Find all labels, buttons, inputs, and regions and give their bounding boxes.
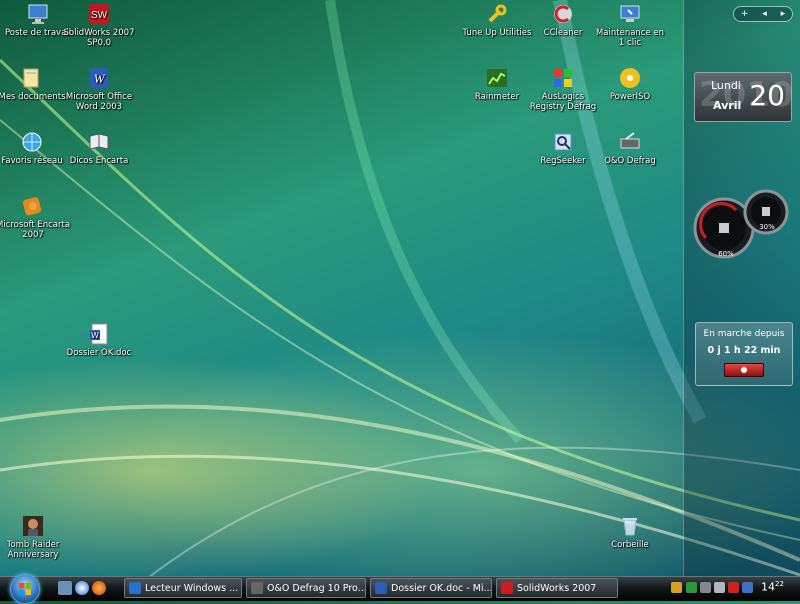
word-task-icon [375, 582, 387, 594]
svg-text:SW: SW [91, 10, 108, 21]
prev-gadgets-button[interactable]: ◂ [762, 9, 767, 19]
desktop-icon-word[interactable]: W Microsoft Office Word 2003 [61, 66, 137, 112]
maintenance-monitor-icon [620, 5, 640, 22]
desktop-icon-auslogics[interactable]: AusLogics Registry Defrag [525, 66, 601, 112]
book-icon [89, 133, 109, 150]
desktop-icon-mes-documents[interactable]: Mes documents [0, 66, 70, 102]
icon-label: Favoris réseau [1, 156, 63, 166]
task-button-solidworks[interactable]: SolidWorks 2007 [496, 578, 618, 598]
icon-label: PowerISO [609, 92, 651, 102]
shutdown-button[interactable] [724, 363, 764, 377]
desktop-icon-dossier-ok[interactable]: W Dossier OK.doc [61, 322, 137, 358]
clock-minute: 22 [775, 580, 784, 588]
calendar-month: Avril [713, 99, 742, 112]
task-label: O&O Defrag 10 Pro... [267, 583, 366, 594]
tray-flag-icon[interactable] [671, 582, 682, 593]
icon-label: Maintenance en 1 clic [595, 28, 665, 48]
clock-hour: 14 [761, 580, 775, 594]
desktop-icon-rainmeter[interactable]: Rainmeter [459, 66, 535, 102]
encarta-icon [22, 197, 42, 216]
desktop-icon-encarta[interactable]: Microsoft Encarta 2007 [0, 194, 71, 240]
tray-app-icon[interactable] [742, 582, 753, 593]
uptime-gadget: En marche depuis 0 j 1 h 22 min [695, 322, 793, 386]
ram-percent: 30% [759, 223, 775, 231]
word-document-icon: W [90, 323, 108, 345]
power-icon [741, 367, 747, 373]
uptime-title: En marche depuis [703, 329, 785, 339]
disc-icon [620, 68, 640, 88]
task-label: Lecteur Windows ... [145, 583, 239, 594]
calendar-day-number: 20 [749, 79, 785, 112]
calendar-day-name: Lundi [711, 79, 741, 92]
cpu-percent: 60% [718, 250, 734, 258]
desktop-icon-solidworks[interactable]: SW SolidWorks 2007 SP0.0 [61, 2, 137, 48]
tray-antivirus-icon[interactable] [728, 582, 739, 593]
ccleaner-icon [554, 5, 572, 23]
desktop-icon-dicos-encarta[interactable]: Dicos Encarta [61, 130, 137, 166]
icon-label: Dicos Encarta [69, 156, 129, 166]
desktop-icon-oo-defrag[interactable]: O&O Defrag [592, 130, 668, 166]
folder-icon [23, 68, 39, 88]
tomb-raider-icon [23, 516, 43, 536]
icon-label: CCleaner [543, 28, 583, 38]
icon-label: Mes documents [0, 92, 66, 102]
computer-icon [28, 4, 48, 24]
auslogics-icon [554, 69, 572, 87]
icon-label: SolidWorks 2007 SP0.0 [63, 28, 135, 48]
uptime-value: 0 j 1 h 22 min [707, 345, 781, 356]
show-desktop-icon[interactable] [58, 581, 72, 595]
network-globe-icon [22, 132, 42, 152]
solidworks-icon: SW [89, 4, 109, 24]
icon-label: Microsoft Office Word 2003 [65, 92, 133, 112]
defrag-drive-icon [620, 132, 640, 149]
firefox-icon[interactable] [92, 581, 106, 595]
task-button-media-player[interactable]: Lecteur Windows ... [124, 578, 242, 598]
media-player-task-icon [129, 582, 141, 594]
taskbar-clock[interactable]: 1422 [761, 580, 784, 594]
icon-label: AusLogics Registry Defrag [529, 92, 597, 112]
recycle-bin-icon [623, 518, 637, 536]
tray-network-icon[interactable] [700, 582, 711, 593]
desktop-icon-poweriso[interactable]: PowerISO [592, 66, 668, 102]
wrench-icon [488, 4, 507, 23]
svg-text:W: W [94, 71, 106, 86]
task-label: SolidWorks 2007 [517, 583, 597, 594]
calendar-gadget[interactable]: 2010 Lundi Avril 20 [694, 72, 794, 122]
icon-label: Corbeille [611, 540, 649, 550]
regseeker-icon [554, 133, 572, 151]
defrag-task-icon [251, 582, 263, 594]
add-gadget-button[interactable]: + [741, 9, 749, 19]
icon-label: Microsoft Encarta 2007 [0, 220, 71, 240]
icon-label: RegSeeker [540, 156, 586, 166]
desktop-icon-corbeille[interactable]: Corbeille [592, 514, 668, 550]
svg-text:W: W [91, 331, 99, 340]
desktop-icon-tuneup[interactable]: Tune Up Utilities [459, 2, 535, 38]
desktop-icon-maintenance[interactable]: Maintenance en 1 clic [592, 2, 668, 48]
desktop-icon-favoris-reseau[interactable]: Favoris réseau [0, 130, 70, 166]
icon-label: Tune Up Utilities [462, 28, 532, 38]
icon-label: Tomb Raider Anniversary [6, 540, 60, 560]
media-player-icon[interactable] [75, 581, 89, 595]
desktop-icon-regseeker[interactable]: RegSeeker [525, 130, 601, 166]
word-icon: W [90, 68, 108, 88]
icon-label: O&O Defrag [604, 156, 656, 166]
cpu-meter-gadget[interactable]: 60% 30% [692, 186, 792, 266]
task-label: Dossier OK.doc - Mi... [391, 583, 492, 594]
rainmeter-icon [487, 69, 507, 87]
tray-check-icon[interactable] [686, 582, 697, 593]
tray-volume-icon[interactable] [714, 582, 725, 593]
task-button-word-doc[interactable]: Dossier OK.doc - Mi... [370, 578, 492, 598]
icon-label: Dossier OK.doc [66, 348, 132, 358]
windows-flag-icon [19, 583, 31, 595]
desktop-icon-ccleaner[interactable]: CCleaner [525, 2, 601, 38]
solidworks-task-icon [501, 582, 513, 594]
task-button-oo-defrag[interactable]: O&O Defrag 10 Pro... [246, 578, 366, 598]
desktop-icon-tomb-raider[interactable]: Tomb Raider Anniversary [0, 514, 71, 560]
sidebar-controls: + ◂ ▸ [733, 6, 793, 22]
next-gadgets-button[interactable]: ▸ [781, 9, 786, 19]
icon-label: Rainmeter [474, 92, 520, 102]
